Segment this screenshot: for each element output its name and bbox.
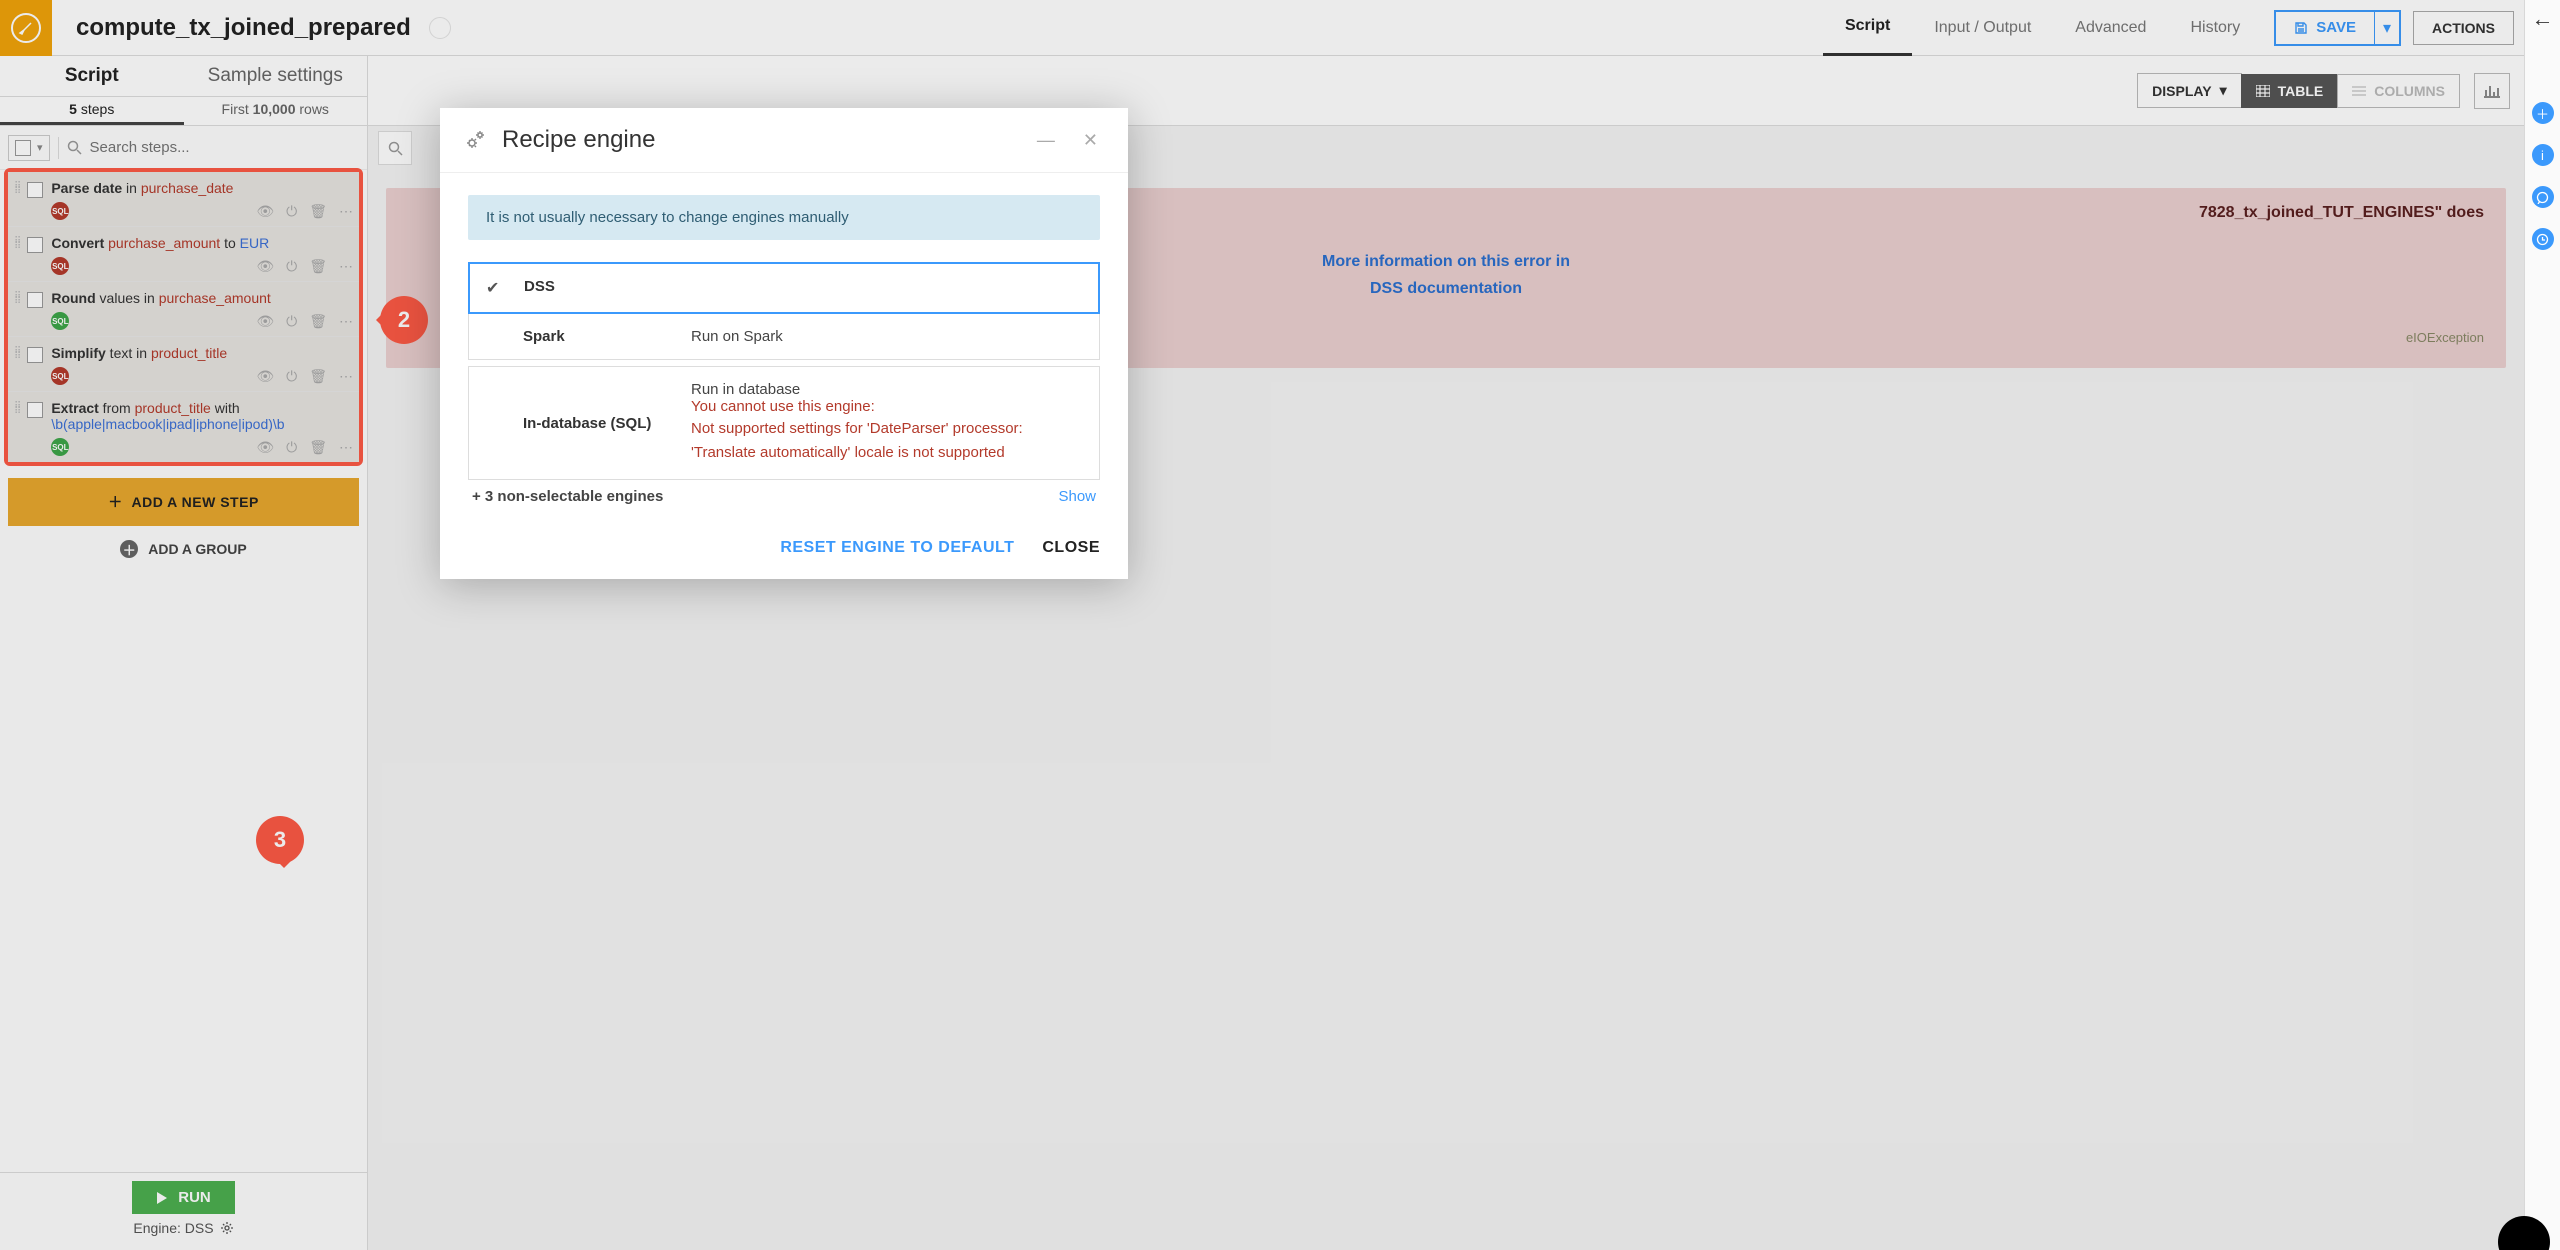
engine-option-spark[interactable]: Spark Run on Spark (468, 314, 1100, 360)
engine-error-body: Not supported settings for 'DateParser' … (691, 417, 1083, 465)
rail-history-icon[interactable] (2532, 228, 2554, 250)
info-message: It is not usually necessary to change en… (468, 195, 1100, 240)
rail-info-icon[interactable]: i (2532, 144, 2554, 166)
show-link[interactable]: Show (1058, 488, 1096, 505)
check-icon: ✔ (486, 278, 506, 298)
engine-name: DSS (524, 278, 674, 295)
engine-desc: Run in database (691, 381, 1083, 398)
engine-desc: Run on Spark (691, 328, 1083, 345)
reset-engine-button[interactable]: RESET ENGINE TO DEFAULT (780, 539, 1014, 557)
minimize-icon[interactable]: — (1031, 130, 1061, 151)
engine-name: In-database (SQL) (523, 415, 673, 432)
modal-backdrop[interactable] (0, 0, 2560, 1250)
close-button[interactable]: CLOSE (1042, 539, 1100, 557)
close-icon[interactable]: ✕ (1077, 130, 1104, 151)
modal-title: Recipe engine (502, 126, 1015, 154)
engine-name: Spark (523, 328, 673, 345)
back-arrow-icon[interactable]: ← (2532, 6, 2554, 32)
rail-add-icon[interactable]: ＋ (2532, 102, 2554, 124)
engine-option-sql[interactable]: In-database (SQL) Run in database You ca… (468, 366, 1100, 480)
gears-icon (464, 129, 486, 151)
engine-error-title: You cannot use this engine: (691, 398, 1083, 415)
engine-option-dss[interactable]: ✔ DSS (468, 262, 1100, 314)
non-selectable-label: + 3 non-selectable engines (472, 488, 663, 505)
recipe-engine-modal: Recipe engine — ✕ It is not usually nece… (440, 108, 1128, 579)
rail-chat-icon[interactable] (2532, 186, 2554, 208)
right-rail: ← ＋ i (2524, 0, 2560, 1250)
